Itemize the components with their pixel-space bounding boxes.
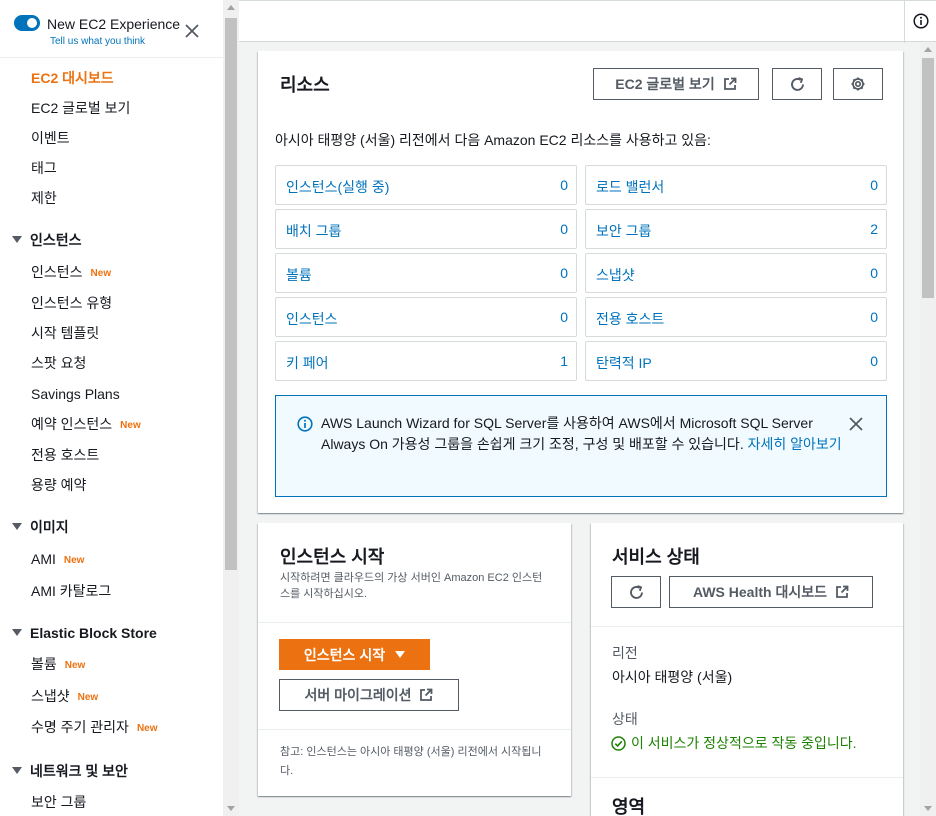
divider — [591, 626, 903, 627]
caret-down-icon — [12, 523, 22, 530]
info-icon[interactable] — [913, 13, 929, 29]
settings-button[interactable] — [833, 68, 883, 100]
status-label: 상태 — [612, 711, 638, 727]
scroll-up-icon[interactable] — [924, 47, 932, 52]
scroll-up-icon[interactable] — [227, 5, 235, 10]
resources-card: 리소스 EC2 글로벌 보기 아시아 태평양 (서울) 리전에서 다음 Amaz… — [258, 51, 903, 513]
new-badge: New — [90, 268, 112, 279]
sidebar-item-capacity-reservations[interactable]: 용량 예약 — [31, 476, 86, 494]
sidebar-item-ec2-dashboard[interactable]: EC2 대시보드 — [31, 69, 114, 87]
aws-health-dashboard-button[interactable]: AWS Health 대시보드 — [669, 576, 873, 608]
info-icon — [297, 416, 313, 432]
sidebar-item-launch-templates[interactable]: 시작 템플릿 — [31, 324, 99, 342]
sidebar-section-instances[interactable]: 인스턴스 — [12, 231, 82, 249]
close-icon[interactable] — [848, 416, 864, 432]
top-bar — [239, 0, 936, 43]
launch-instance-subtitle: 시작하려면 클라우드의 가상 서버인 Amazon EC2 인스턴스를 시작하십… — [280, 572, 543, 600]
zones-title: 영역 — [612, 797, 646, 816]
new-badge: New — [77, 692, 99, 703]
service-health-title: 서비스 상태 — [612, 547, 700, 567]
status-value: 이 서비스가 정상적으로 작동 중입니다. — [611, 733, 857, 753]
launch-instance-title: 인스턴스 시작 — [280, 547, 385, 567]
resources-title: 리소스 — [280, 75, 330, 95]
sidebar-item-ami[interactable]: AMI New — [31, 550, 84, 570]
launch-region-note: 참고: 인스턴스는 아시아 태평양 (서울) 리전에서 시작됩니다. — [280, 746, 542, 777]
ec2-global-view-button[interactable]: EC2 글로벌 보기 — [593, 68, 759, 100]
info-alert: AWS Launch Wizard for SQL Server를 사용하여 A… — [275, 395, 887, 497]
sidebar-item-events[interactable]: 이벤트 — [31, 129, 70, 147]
refresh-icon — [629, 584, 643, 599]
sidebar-section-ebs[interactable]: Elastic Block Store — [12, 624, 157, 642]
feedback-link[interactable]: Tell us what you think — [50, 36, 145, 47]
sidebar-section-network-security[interactable]: 네트워크 및 보안 — [12, 762, 128, 780]
sidebar-item-instance-types[interactable]: 인스턴스 유형 — [31, 294, 112, 312]
resource-tile-placement-groups[interactable]: 배치 그룹 0 — [275, 209, 577, 249]
new-experience-panel: New EC2 Experience Tell us what you thin… — [0, 0, 223, 58]
resource-tile-key-pairs[interactable]: 키 페어 1 — [275, 341, 577, 381]
caret-down-icon — [395, 651, 406, 658]
divider — [258, 622, 571, 623]
sidebar-item-global-view[interactable]: EC2 글로벌 보기 — [31, 99, 130, 117]
region-value: 아시아 태평양 (서울) — [612, 669, 733, 685]
new-badge: New — [136, 723, 158, 734]
divider — [258, 729, 571, 730]
launch-instance-button[interactable]: 인스턴스 시작 — [279, 639, 430, 670]
refresh-button[interactable] — [772, 68, 822, 100]
caret-down-icon — [12, 767, 22, 774]
resource-tile-snapshots[interactable]: 스냅샷 0 — [585, 253, 887, 293]
check-circle-icon — [611, 735, 626, 751]
refresh-icon — [790, 76, 804, 91]
resource-tile-load-balancers[interactable]: 로드 밸런서 0 — [585, 165, 887, 205]
refresh-button[interactable] — [611, 576, 661, 608]
divider — [591, 777, 903, 778]
sidebar-item-reserved-instances[interactable]: 예약 인스턴스 New — [31, 415, 141, 435]
scroll-down-icon[interactable] — [227, 806, 235, 811]
server-migration-button[interactable]: 서버 마이그레이션 — [279, 679, 459, 711]
gear-icon — [851, 77, 865, 91]
sidebar-section-images[interactable]: 이미지 — [12, 518, 69, 536]
resources-description: 아시아 태평양 (서울) 리전에서 다음 Amazon EC2 리소스를 사용하… — [275, 132, 711, 148]
resource-tile-running-instances[interactable]: 인스턴스(실행 중) 0 — [275, 165, 577, 205]
resource-tile-instances[interactable]: 인스턴스 0 — [275, 297, 577, 337]
scroll-down-icon[interactable] — [924, 806, 932, 811]
main-scrollbar-thumb[interactable] — [922, 58, 934, 298]
region-label: 리전 — [612, 645, 638, 661]
external-link-icon — [723, 77, 737, 90]
close-icon[interactable] — [183, 22, 201, 40]
learn-more-link[interactable]: 자세히 알아보기 — [748, 436, 842, 452]
alert-message: AWS Launch Wizard for SQL Server를 사용하여 A… — [321, 415, 842, 452]
external-link-icon — [836, 585, 849, 598]
new-experience-title: New EC2 Experience — [47, 16, 181, 32]
sidebar-item-instances[interactable]: 인스턴스 New — [31, 263, 111, 283]
sidebar-item-snapshots[interactable]: 스냅샷 New — [31, 687, 98, 707]
new-badge: New — [120, 420, 141, 431]
new-experience-toggle[interactable] — [14, 15, 40, 31]
caret-down-icon — [12, 236, 22, 243]
sidebar-item-tags[interactable]: 태그 — [31, 159, 57, 177]
sidebar-item-lifecycle-manager[interactable]: 수명 주기 관리자 New — [31, 718, 158, 738]
sidebar-item-dedicated-hosts[interactable]: 전용 호스트 — [31, 446, 99, 464]
sidebar-item-volumes[interactable]: 볼륨 New — [31, 655, 85, 675]
sidebar-scrollbar-thumb[interactable] — [225, 18, 237, 570]
sidebar-item-savings-plans[interactable]: Savings Plans — [31, 385, 120, 403]
sidebar-item-security-groups[interactable]: 보안 그룹 — [31, 793, 86, 811]
sidebar-item-ami-catalog[interactable]: AMI 카탈로그 — [31, 582, 111, 600]
launch-instance-card: 인스턴스 시작 시작하려면 클라우드의 가상 서버인 Amazon EC2 인스… — [258, 523, 571, 796]
new-badge: New — [64, 660, 86, 671]
resource-tile-elastic-ips[interactable]: 탄력적 IP 0 — [585, 341, 887, 381]
external-link-icon — [420, 688, 433, 701]
new-badge: New — [63, 555, 85, 566]
resource-tile-volumes[interactable]: 볼륨 0 — [275, 253, 577, 293]
sidebar-item-limits[interactable]: 제한 — [31, 189, 57, 207]
caret-down-icon — [12, 629, 22, 636]
service-health-card: 서비스 상태 AWS Health 대시보드 리전 아시아 태평양 (서울) 상… — [591, 523, 903, 816]
divider — [904, 1, 905, 43]
sidebar-item-spot-requests[interactable]: 스팟 요청 — [31, 354, 86, 372]
sidebar: New EC2 Experience Tell us what you thin… — [0, 0, 223, 816]
resource-tile-dedicated-hosts[interactable]: 전용 호스트 0 — [585, 297, 887, 337]
resource-tile-security-groups[interactable]: 보안 그룹 2 — [585, 209, 887, 249]
